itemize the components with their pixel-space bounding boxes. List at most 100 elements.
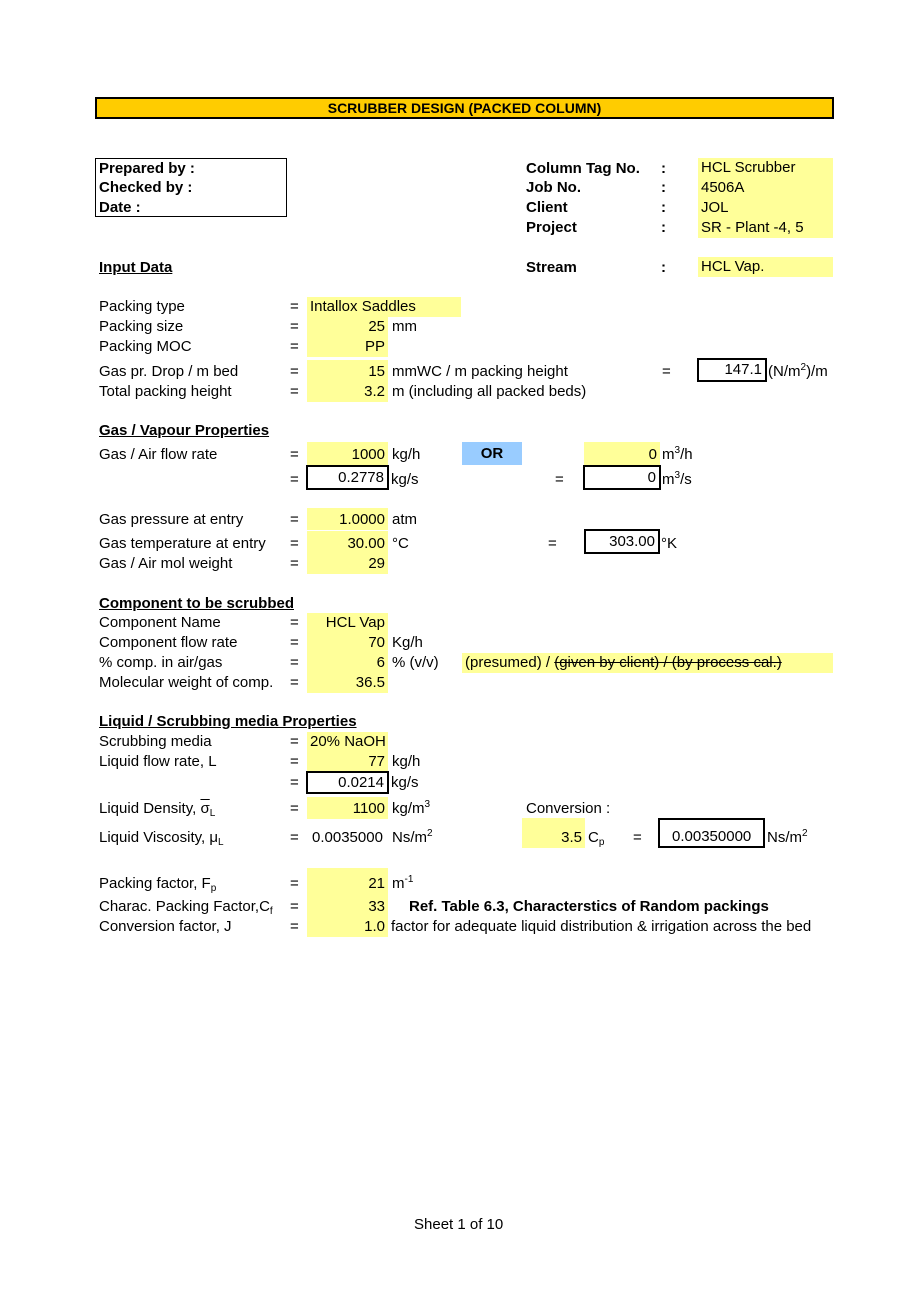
gas-flow-unit: kg/h	[392, 446, 421, 463]
total-height-value[interactable]: 3.2	[307, 382, 388, 402]
client-value[interactable]: JOL	[698, 198, 833, 218]
eq-sign: =	[290, 338, 299, 355]
gas-temp-unit: °C	[392, 535, 409, 552]
component-mw-value[interactable]: 36.5	[307, 673, 388, 693]
charac-factor-note: Ref. Table 6.3, Characterstics of Random…	[409, 898, 769, 915]
page-title: SCRUBBER DESIGN (PACKED COLUMN)	[95, 97, 834, 119]
stream-label: Stream	[526, 259, 577, 276]
eq-sign: =	[290, 918, 299, 935]
job-no-value[interactable]: 4506A	[698, 178, 833, 198]
stream-value[interactable]: HCL Vap.	[698, 257, 833, 277]
packing-factor-label: Packing factor, Fp	[99, 875, 217, 894]
client-label: Client	[526, 199, 568, 216]
component-percent-basis[interactable]: (presumed) / (given by client) / (by pro…	[462, 653, 833, 673]
component-percent-value[interactable]: 6	[307, 653, 388, 673]
packing-moc-label: Packing MOC	[99, 338, 192, 355]
eq-sign: =	[548, 535, 557, 552]
viscosity-cp-value[interactable]: 3.5	[522, 818, 585, 848]
liquid-viscosity-unit: Ns/m2	[392, 828, 433, 847]
gas-mw-label: Gas / Air mol weight	[99, 555, 233, 572]
conversion-j-note: factor for adequate liquid distribution …	[391, 918, 812, 935]
gas-pr-drop-converted: 147.1	[697, 358, 767, 382]
packing-size-value[interactable]: 25	[307, 317, 388, 337]
packing-type-label: Packing type	[99, 298, 185, 315]
liquid-flow-unit: kg/h	[392, 753, 421, 770]
sheet-number: Sheet 1 of 10	[414, 1216, 504, 1233]
charac-factor-label: Charac. Packing Factor,Cf	[99, 898, 273, 917]
viscosity-converted-value: 0.00350000	[658, 818, 765, 848]
gas-vol-flow-value[interactable]: 0	[584, 442, 660, 465]
liquid-density-label: Liquid Density, σL	[99, 800, 216, 819]
prepared-by-label: Prepared by :	[99, 160, 195, 177]
eq-sign: =	[290, 535, 299, 552]
column-tag-label: Column Tag No.	[526, 160, 640, 177]
component-name-label: Component Name	[99, 614, 221, 631]
eq-sign: =	[662, 363, 671, 380]
eq-sign: =	[290, 614, 299, 631]
gas-vol-flow-unit: m3/h	[662, 445, 693, 464]
viscosity-converted-unit: Ns/m2	[767, 828, 808, 847]
packing-type-value[interactable]: Intallox Saddles	[307, 297, 461, 317]
or-label: OR	[462, 442, 522, 465]
gas-props-heading: Gas / Vapour Properties	[99, 422, 270, 439]
liquid-viscosity-label: Liquid Viscosity, μL	[99, 829, 224, 848]
component-mw-label: Molecular weight of comp.	[99, 674, 274, 691]
packing-factor-value[interactable]: 21	[307, 868, 388, 894]
liquid-density-value[interactable]: 1100	[307, 797, 388, 819]
scrubbing-media-value[interactable]: 20% NaOH	[307, 732, 388, 752]
eq-sign: =	[290, 800, 299, 817]
component-name-value[interactable]: HCL Vap	[307, 613, 388, 633]
eq-sign: =	[290, 898, 299, 915]
gas-temp-value[interactable]: 30.00	[307, 531, 388, 554]
conversion-j-label: Conversion factor, J	[99, 918, 232, 935]
viscosity-cp-unit: Cp	[588, 829, 605, 848]
liquid-flow-kgs-value: 0.0214	[306, 771, 389, 794]
date-label: Date :	[99, 199, 141, 216]
eq-sign: =	[290, 471, 299, 488]
project-value[interactable]: SR - Plant -4, 5	[698, 218, 833, 238]
gas-temp-kelvin-unit: °K	[661, 535, 678, 552]
column-tag-value[interactable]: HCL Scrubber	[698, 158, 833, 178]
component-flow-value[interactable]: 70	[307, 633, 388, 653]
component-percent-label: % comp. in air/gas	[99, 654, 223, 671]
gas-temp-kelvin: 303.00	[584, 529, 660, 554]
eq-sign: =	[290, 674, 299, 691]
eq-sign: =	[290, 383, 299, 400]
eq-sign: =	[290, 634, 299, 651]
total-height-label: Total packing height	[99, 383, 232, 400]
liquid-flow-value[interactable]: 77	[307, 752, 388, 772]
gas-vol-flow-s-unit: m3/s	[662, 470, 692, 489]
packing-moc-value[interactable]: PP	[307, 337, 388, 357]
conversion-j-value[interactable]: 1.0	[307, 917, 388, 937]
eq-sign: =	[290, 654, 299, 671]
gas-flow-value[interactable]: 1000	[307, 442, 388, 465]
component-heading: Component to be scrubbed	[99, 595, 294, 612]
component-flow-unit: Kg/h	[392, 634, 423, 651]
gas-pr-drop-unit: mmWC / m packing height	[392, 363, 568, 380]
scrubbing-media-label: Scrubbing media	[99, 733, 212, 750]
gas-flow-label: Gas / Air flow rate	[99, 446, 218, 463]
stream-sep: :	[661, 259, 666, 276]
gas-mw-value[interactable]: 29	[307, 554, 388, 574]
charac-factor-value[interactable]: 33	[307, 894, 388, 917]
column-tag-sep: :	[661, 160, 666, 177]
eq-sign: =	[290, 733, 299, 750]
liquid-flow-kgs-unit: kg/s	[391, 774, 419, 791]
job-no-sep: :	[661, 179, 666, 196]
packing-factor-unit: m-1	[392, 874, 414, 893]
gas-pr-drop-value[interactable]: 15	[307, 360, 388, 382]
gas-temp-label: Gas temperature at entry	[99, 535, 266, 552]
conversion-label: Conversion :	[526, 800, 611, 817]
gas-pressure-value[interactable]: 1.0000	[307, 508, 388, 530]
gas-vol-flow-s-value: 0	[583, 465, 661, 490]
eq-sign: =	[290, 298, 299, 315]
liquid-density-unit: kg/m3	[392, 799, 431, 818]
eq-sign: =	[290, 446, 299, 463]
packing-size-label: Packing size	[99, 318, 184, 335]
packing-size-unit: mm	[392, 318, 417, 335]
eq-sign: =	[290, 555, 299, 572]
project-sep: :	[661, 219, 666, 236]
gas-flow-kgs-unit: kg/s	[391, 471, 419, 488]
gas-pr-drop-label: Gas pr. Drop / m bed	[99, 363, 239, 380]
liquid-viscosity-value: 0.0035000	[312, 829, 383, 846]
